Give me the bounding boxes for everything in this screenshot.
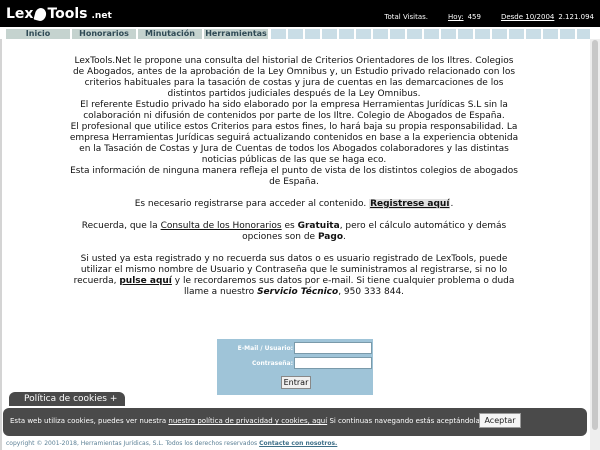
today-value: 459 [467,13,481,21]
fees-paragraph-line2: opciones son de Pago. [242,232,346,242]
registered-line: utilizar el mismo nombre de Usuario y Co… [80,265,508,275]
nav-filler [389,29,405,39]
logo-tools: Tools [47,6,88,22]
nav-filler [304,29,320,39]
nav-filler [423,29,439,39]
password-row: Contraseña: [217,357,373,371]
tab-inicio[interactable]: Inicio [6,29,70,39]
login-form: E-Mail / Usuario: Contraseña: Entrar [217,339,373,395]
footer: copyright © 2001-2018, Herramientas Jurí… [6,440,337,447]
intro-line: noticias públicas de las que se haga eco… [201,155,387,165]
intro-line: en la Tasación de Costas y Jura de Cuent… [79,144,509,154]
lextools-logo[interactable]: Lex Tools .net [6,4,112,24]
submit-button[interactable]: Entrar [281,376,311,389]
intro-line: Esta información de ninguna manera refle… [70,166,518,176]
nav-filler [321,29,337,39]
intro-line: colaboración ni difusión de contenidos p… [83,111,505,121]
since-value: 2.121.094 [558,13,594,21]
phone-number: , 950 333 844. [338,287,405,297]
intro-section: LexTools.Net le propone una consulta del… [66,56,522,298]
top-header: Lex Tools .net Total Visitas. Hoy: 459 D… [0,0,600,27]
contact-link[interactable]: Contacte con nosotros. [259,440,337,447]
intro-line: El profesional que utilice estos Criteri… [70,122,518,132]
intro-line: de España. [269,177,319,187]
intro-line: empresa Herramientas Jurídicas seguirá a… [69,133,519,143]
nav-filler [525,29,541,39]
nav-filler [440,29,456,39]
register-text: Es necesario registrarse para acceder al… [134,199,367,209]
cookie-policy-tab[interactable]: Política de cookies + [9,392,125,406]
nav-filler [338,29,354,39]
remember-link[interactable]: pulse aquí [119,276,172,286]
logo-lex: Lex [6,6,34,22]
since-label: Desde 10/2004 [500,13,555,21]
register-paragraph: Es necesario registrarse para acceder al… [134,199,454,209]
fees-paragraph: Recuerda, que la Consulta de los Honorar… [81,221,507,231]
email-row: E-Mail / Usuario: [217,342,373,356]
logo-net: .net [91,10,112,21]
nav-filler [457,29,473,39]
free-label: Gratuita [297,221,340,231]
today-label: Hoy: [448,13,464,21]
left-border [0,39,2,450]
cookie-policy-link[interactable]: nuestra política de privacidad y cookies… [168,417,327,425]
email-label: E-Mail / Usuario: [237,345,293,352]
total-visits-label: Total Visitas. [384,13,429,21]
paid-label: Pago [317,232,344,242]
cookie-text: Esta web utiliza cookies, puedes ver nue… [10,417,480,425]
intro-line: de Abogados, antes de la aprobación de l… [72,67,516,77]
register-link[interactable]: Registrese aquí [369,199,451,209]
nav-filler [576,29,590,39]
nav-filler [270,29,286,39]
nav-bar: Inicio Honorarios Minutación Herramienta… [0,27,600,39]
email-field[interactable] [294,342,372,354]
intro-line: LexTools.Net le propone una consulta del… [74,56,514,66]
registered-line4: llame a nuestro Servicio Técnico, 950 33… [183,287,405,297]
speech-bubble-icon [33,6,48,22]
intro-line: distintos partidos judiciales después de… [167,89,421,99]
tab-herramientas[interactable]: Herramientas [204,29,268,39]
fees-consult-link[interactable]: Consulta de los Honorarios [161,221,282,231]
password-label: Contraseña: [251,360,293,367]
copyright-text: copyright © 2001-2018, Herramientas Jurí… [6,440,258,447]
registered-line3: recuerda, pulse aquí y le recordaremos s… [73,276,515,286]
tech-service-label: Servicio Técnico [257,287,339,297]
password-field[interactable] [294,357,372,369]
cookie-banner: Esta web utiliza cookies, puedes ver nue… [3,408,587,436]
tab-honorarios[interactable]: Honorarios [72,29,136,39]
nav-filler [355,29,371,39]
tab-minutacion[interactable]: Minutación [138,29,202,39]
nav-filler [491,29,507,39]
scrollbar-thumb[interactable] [592,40,598,430]
visit-stats: Total Visitas. Hoy: 459 Desde 10/2004 2.… [384,13,594,21]
nav-filler [406,29,422,39]
accept-cookies-button[interactable]: Aceptar [479,413,521,428]
nav-filler [372,29,388,39]
nav-filler [559,29,575,39]
nav-filler [474,29,490,39]
intro-line: criterios habituales para la tasación de… [84,78,504,88]
intro-line: El referente Estudio privado ha sido ela… [80,100,508,110]
nav-filler [287,29,303,39]
nav-filler [542,29,558,39]
registered-line: Si usted ya esta registrado y no recuerd… [80,254,508,264]
nav-filler [508,29,524,39]
